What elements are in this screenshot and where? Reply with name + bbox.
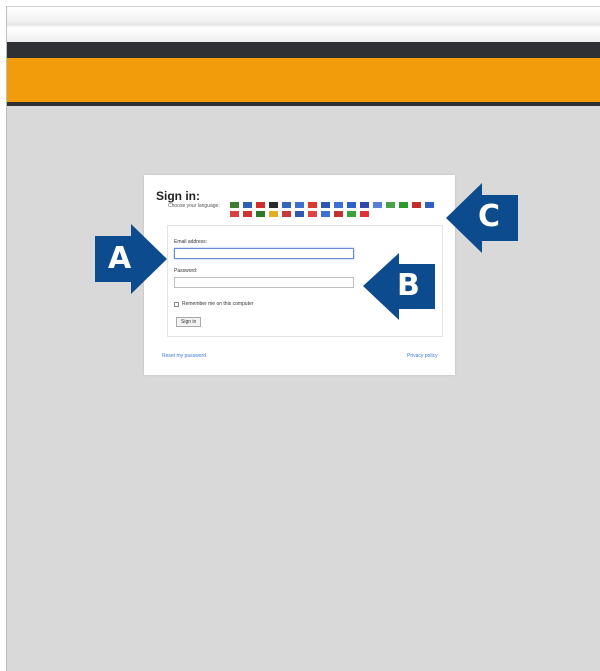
remember-checkbox[interactable] <box>174 302 179 307</box>
flag-3-icon[interactable] <box>256 202 265 208</box>
flag-20-icon[interactable] <box>269 211 278 217</box>
privacy-policy-link[interactable]: Privacy policy <box>407 353 438 359</box>
callout-letter-a: A <box>108 241 132 276</box>
flag-10-icon[interactable] <box>347 202 356 208</box>
flag-9-icon[interactable] <box>334 202 343 208</box>
language-flags <box>230 202 438 217</box>
flag-13-icon[interactable] <box>386 202 395 208</box>
flag-1-icon[interactable] <box>230 202 239 208</box>
signin-button[interactable]: Sign in <box>176 317 202 327</box>
flag-17-icon[interactable] <box>230 211 239 217</box>
flag-12-icon[interactable] <box>373 202 382 208</box>
flag-2-icon[interactable] <box>243 202 252 208</box>
flag-4-icon[interactable] <box>269 202 278 208</box>
flag-6-icon[interactable] <box>295 202 304 208</box>
flag-15-icon[interactable] <box>412 202 421 208</box>
email-input[interactable] <box>174 248 354 259</box>
language-label: Choose your language: <box>168 203 220 209</box>
reset-password-link[interactable]: Reset my password <box>162 353 206 359</box>
flag-26-icon[interactable] <box>347 211 356 217</box>
flag-16-icon[interactable] <box>425 202 434 208</box>
browser-topbar <box>7 7 600 42</box>
flag-18-icon[interactable] <box>243 211 252 217</box>
flag-14-icon[interactable] <box>399 202 408 208</box>
flag-22-icon[interactable] <box>295 211 304 217</box>
flag-11-icon[interactable] <box>360 202 369 208</box>
flag-5-icon[interactable] <box>282 202 291 208</box>
callout-letter-c: C <box>478 199 501 234</box>
password-input[interactable] <box>174 277 354 288</box>
flag-8-icon[interactable] <box>321 202 330 208</box>
flag-24-icon[interactable] <box>321 211 330 217</box>
orange-header-bar <box>7 58 600 106</box>
flag-23-icon[interactable] <box>308 211 317 217</box>
flag-27-icon[interactable] <box>360 211 369 217</box>
callout-letter-b: B <box>397 268 420 303</box>
email-label: Email address: <box>174 239 208 245</box>
password-label: Password: <box>174 268 198 274</box>
flag-25-icon[interactable] <box>334 211 343 217</box>
remember-label: Remember me on this computer <box>182 301 254 307</box>
flag-19-icon[interactable] <box>256 211 265 217</box>
signin-title: Sign in: <box>156 189 200 203</box>
flag-21-icon[interactable] <box>282 211 291 217</box>
dark-header-bar <box>7 42 600 58</box>
flag-7-icon[interactable] <box>308 202 317 208</box>
